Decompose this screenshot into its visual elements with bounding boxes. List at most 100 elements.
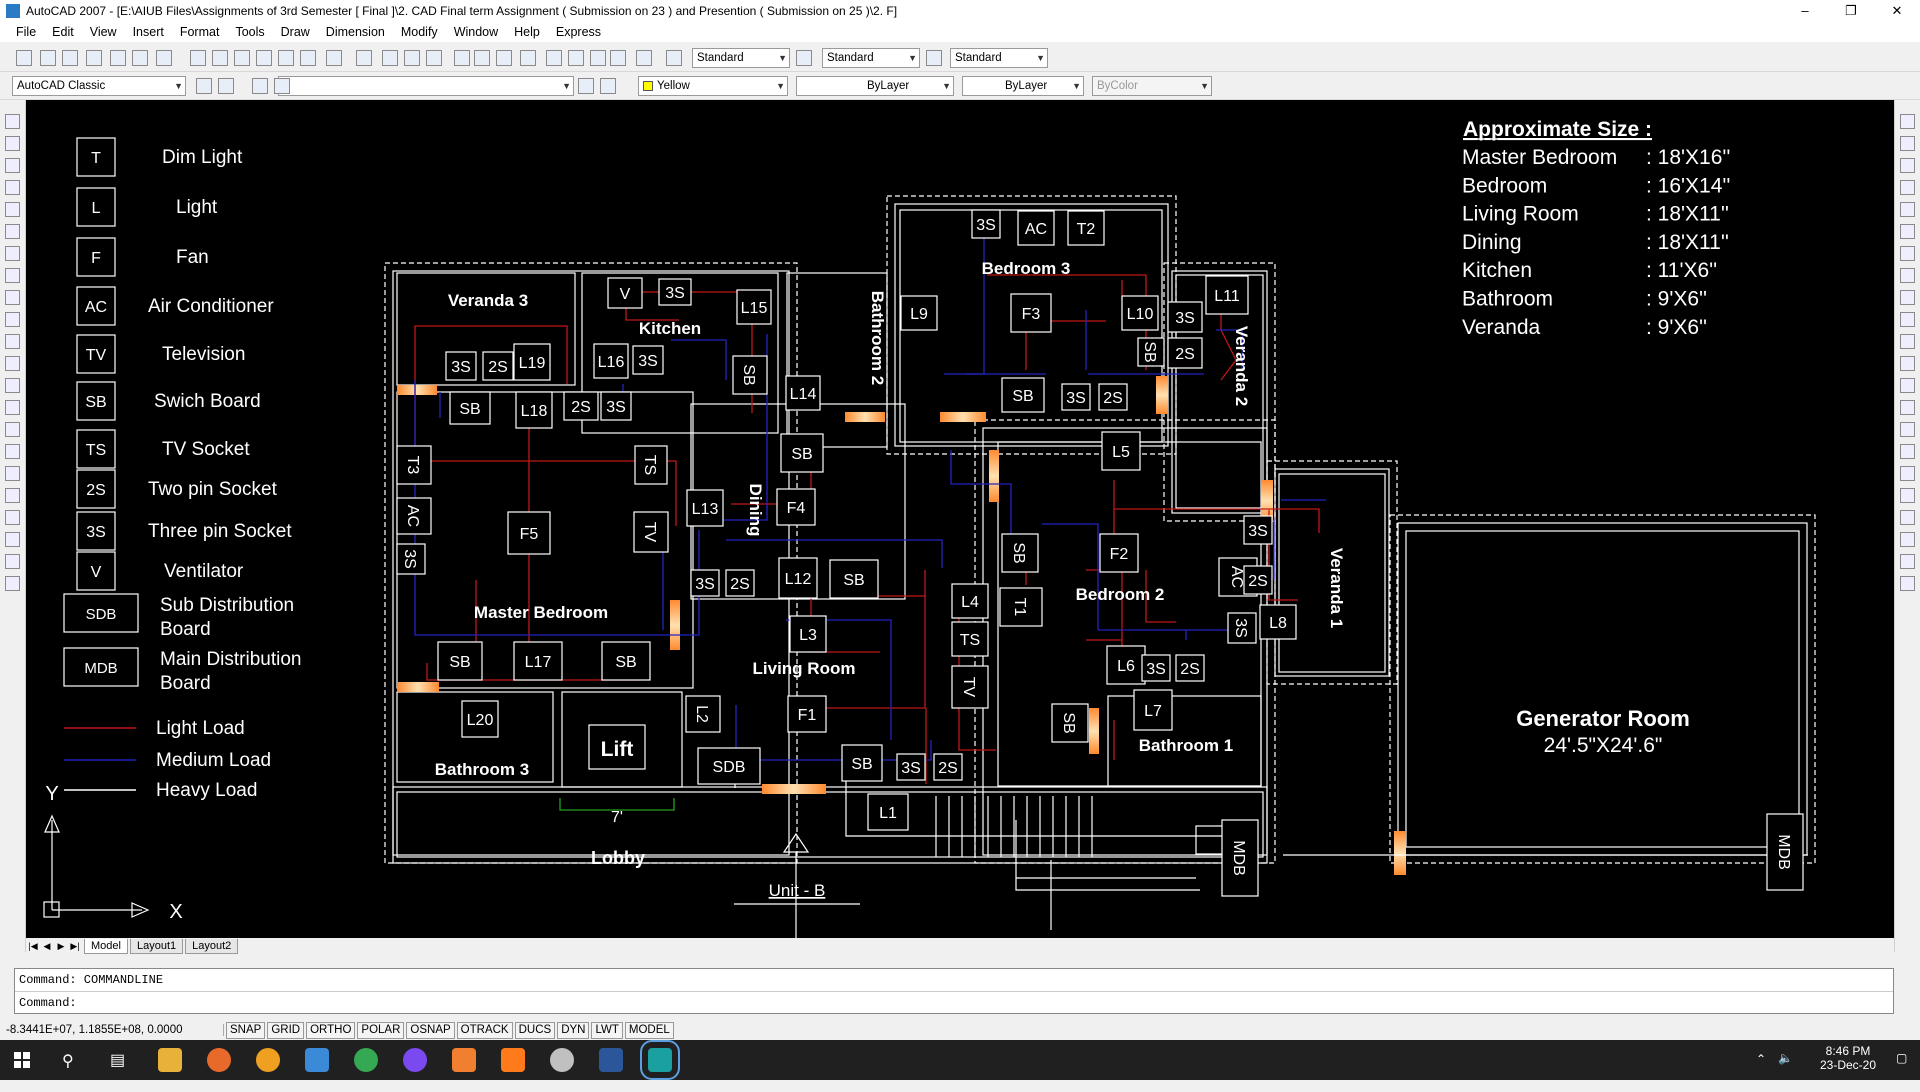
draw-tool-icon[interactable] <box>5 488 20 503</box>
modify-tool-icon[interactable] <box>1900 158 1915 173</box>
plotstyle-select[interactable]: ByColor ▼ <box>1092 76 1212 96</box>
menu-edit[interactable]: Edit <box>44 25 82 39</box>
otrack-toggle[interactable]: OTRACK <box>456 1021 513 1039</box>
minimize-button[interactable]: – <box>1782 0 1828 22</box>
toolbar-tool-icon[interactable] <box>278 50 294 66</box>
modify-tool-icon[interactable] <box>1900 510 1915 525</box>
modify-tool-icon[interactable] <box>1900 444 1915 459</box>
menu-help[interactable]: Help <box>506 25 548 39</box>
layer-tool-icon[interactable] <box>252 78 268 94</box>
toolbar-tool-icon[interactable] <box>454 50 470 66</box>
draw-tool-icon[interactable] <box>5 356 20 371</box>
menu-modify[interactable]: Modify <box>393 25 446 39</box>
word-icon[interactable] <box>599 1048 623 1072</box>
menu-dimension[interactable]: Dimension <box>318 25 393 39</box>
menu-file[interactable]: File <box>8 25 44 39</box>
toolbar-tool-icon[interactable] <box>546 50 562 66</box>
prev-tab-icon[interactable]: ◀ <box>40 941 54 952</box>
task-view-icon[interactable]: ▤ <box>110 1050 125 1070</box>
toolbar-tool-icon[interactable] <box>590 50 606 66</box>
color-select[interactable]: Yellow ▼ <box>638 76 788 96</box>
modify-tool-icon[interactable] <box>1900 400 1915 415</box>
layer-tool-icon[interactable] <box>274 78 290 94</box>
tab-model[interactable]: Model <box>84 938 128 954</box>
draw-tool-icon[interactable] <box>5 466 20 481</box>
toolbar-tool-icon[interactable] <box>300 50 316 66</box>
lwt-toggle[interactable]: LWT <box>591 1021 623 1039</box>
modify-tool-icon[interactable] <box>1900 246 1915 261</box>
table-style-select[interactable]: Standard ▼ <box>950 48 1048 68</box>
tray-arrow-icon[interactable]: ⌃ <box>1756 1052 1766 1092</box>
draw-tool-icon[interactable] <box>5 422 20 437</box>
toolbar-tool-icon[interactable] <box>326 50 342 66</box>
autocad-taskbar-icon[interactable] <box>640 1040 680 1080</box>
draw-tool-icon[interactable] <box>5 224 20 239</box>
linetype-select[interactable]: ByLayer ▼ <box>796 76 954 96</box>
toolbar-tool-icon[interactable] <box>234 50 250 66</box>
tab-layout2[interactable]: Layout2 <box>185 938 239 954</box>
command-input[interactable]: Command: <box>15 991 1893 1013</box>
draw-tool-icon[interactable] <box>5 136 20 151</box>
toolbar-tool-icon[interactable] <box>190 50 206 66</box>
toolbar-tool-icon[interactable] <box>62 50 78 66</box>
grid-toggle[interactable]: GRID <box>267 1021 305 1039</box>
toolbar-tool-icon[interactable] <box>610 50 626 66</box>
lineweight-select[interactable]: ByLayer ▼ <box>962 76 1084 96</box>
toolbar-tool-icon[interactable] <box>520 50 536 66</box>
modify-tool-icon[interactable] <box>1900 488 1915 503</box>
modify-tool-icon[interactable] <box>1900 378 1915 393</box>
draw-tool-icon[interactable] <box>5 246 20 261</box>
modify-tool-icon[interactable] <box>1900 554 1915 569</box>
modify-tool-icon[interactable] <box>1900 532 1915 547</box>
tab-layout1[interactable]: Layout1 <box>129 938 184 954</box>
modify-tool-icon[interactable] <box>1900 422 1915 437</box>
firefox-icon[interactable] <box>207 1048 231 1072</box>
last-tab-icon[interactable]: ▶| <box>68 941 82 952</box>
chrome-icon[interactable] <box>354 1048 378 1072</box>
vlc-icon[interactable] <box>452 1048 476 1072</box>
toolbar-tool-icon[interactable] <box>568 50 584 66</box>
draw-tool-icon[interactable] <box>5 510 20 525</box>
toolbar-tool-icon[interactable] <box>110 50 126 66</box>
menu-view[interactable]: View <box>82 25 125 39</box>
toolbar-tool-icon[interactable] <box>426 50 442 66</box>
draw-tool-icon[interactable] <box>5 400 20 415</box>
toolbar-tool-icon[interactable] <box>356 50 372 66</box>
draw-tool-icon[interactable] <box>5 334 20 349</box>
chrome-canary-icon[interactable] <box>256 1048 280 1072</box>
notification-icon[interactable]: ▢ <box>1896 1051 1907 1091</box>
ducs-toggle[interactable]: DUCS <box>514 1021 556 1039</box>
modify-tool-icon[interactable] <box>1900 334 1915 349</box>
draw-tool-icon[interactable] <box>5 532 20 547</box>
modify-tool-icon[interactable] <box>1900 312 1915 327</box>
messenger-icon[interactable] <box>403 1048 427 1072</box>
modify-tool-icon[interactable] <box>1900 290 1915 305</box>
app-icon-2[interactable] <box>550 1048 574 1072</box>
toolbar-tool-icon[interactable] <box>256 50 272 66</box>
next-tab-icon[interactable]: ▶ <box>54 941 68 952</box>
layer-tool-icon[interactable] <box>196 78 212 94</box>
layer-tool-icon[interactable] <box>218 78 234 94</box>
drawing-canvas[interactable]: T Dim Light L Light F Fan AC Air Conditioner TV T… <box>26 100 1894 938</box>
toolbar-tool-icon[interactable] <box>86 50 102 66</box>
toolbar-tool-icon[interactable] <box>212 50 228 66</box>
draw-tool-icon[interactable] <box>5 268 20 283</box>
close-button[interactable]: ✕ <box>1874 0 1920 22</box>
toolbar-tool-icon[interactable] <box>132 50 148 66</box>
toolbar-tool-icon[interactable] <box>404 50 420 66</box>
sublime-icon[interactable] <box>501 1048 525 1072</box>
layer-tool-icon[interactable] <box>600 78 616 94</box>
modify-tool-icon[interactable] <box>1900 268 1915 283</box>
snap-toggle[interactable]: SNAP <box>226 1021 266 1039</box>
menu-insert[interactable]: Insert <box>125 25 172 39</box>
draw-tool-icon[interactable] <box>5 202 20 217</box>
draw-tool-icon[interactable] <box>5 378 20 393</box>
menu-window[interactable]: Window <box>446 25 506 39</box>
modify-tool-icon[interactable] <box>1900 114 1915 129</box>
draw-tool-icon[interactable] <box>5 114 20 129</box>
modify-tool-icon[interactable] <box>1900 180 1915 195</box>
toolbar-tool-icon[interactable] <box>40 50 56 66</box>
modify-tool-icon[interactable] <box>1900 466 1915 481</box>
menu-tools[interactable]: Tools <box>227 25 272 39</box>
maximize-button[interactable]: ❐ <box>1828 0 1874 22</box>
